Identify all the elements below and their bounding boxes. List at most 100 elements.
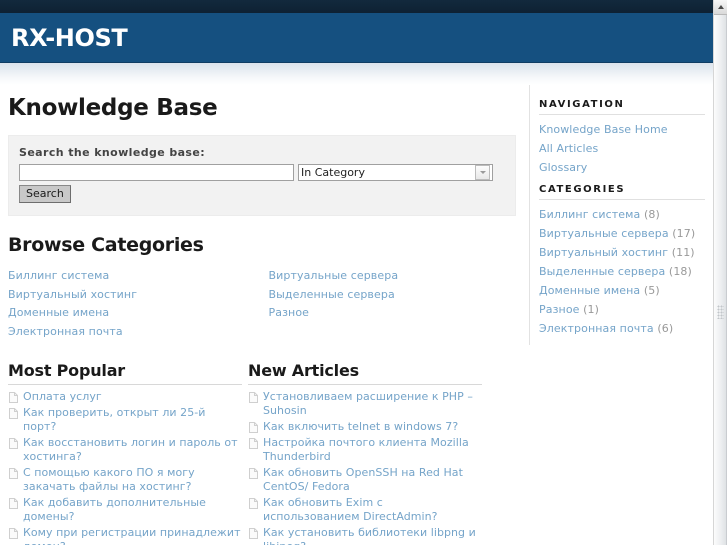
triangle-up-icon[interactable] [714, 0, 727, 15]
sidebar-category-count: (8) [643, 208, 660, 221]
new-articles-title: New Articles [248, 361, 359, 380]
list-item[interactable]: Как проверить, открыт ли 25-й порт? [8, 406, 242, 434]
document-icon [249, 468, 258, 479]
search-row: In Category [19, 164, 505, 181]
sidebar-category-count: (11) [671, 246, 695, 259]
article-link[interactable]: Установливаем расширение к PHP – Suhosin [263, 390, 482, 418]
page-viewport: RX-HOST Knowledge Base Search the knowle… [0, 0, 713, 545]
document-icon [249, 438, 258, 449]
site-brand[interactable]: RX-HOST [0, 24, 128, 52]
search-button[interactable]: Search [19, 185, 71, 203]
sidebar-category-item[interactable]: Разное (1) [539, 300, 705, 319]
sidebar-category-name: Биллинг система [539, 208, 641, 221]
list-item[interactable]: Кому при регистрации принадлежит домен? [8, 526, 242, 545]
vertical-scrollbar[interactable] [713, 0, 727, 545]
article-link[interactable]: Как включить telnet в windows 7? [263, 420, 458, 434]
sidebar-category-item[interactable]: Выделенные сервера (18) [539, 262, 705, 281]
scrollbar-track[interactable] [714, 15, 727, 545]
sidebar-category-name: Разное [539, 303, 580, 316]
article-link[interactable]: Как проверить, открыт ли 25-й порт? [23, 406, 242, 434]
sidebar-categories-block: CATEGORIES Биллинг система (8) Виртуальн… [539, 184, 705, 338]
site-masthead: RX-HOST [0, 13, 713, 63]
sidebar-item-all-articles[interactable]: All Articles [539, 139, 705, 158]
document-icon [9, 392, 18, 403]
document-icon [9, 498, 18, 509]
document-icon [9, 408, 18, 419]
sidebar-category-count: (17) [672, 227, 696, 240]
document-icon [249, 422, 258, 433]
browse-categories-columns: Биллинг система Виртуальный хостинг Доме… [8, 267, 529, 341]
article-link[interactable]: Кому при регистрации принадлежит домен? [23, 526, 242, 545]
category-link[interactable]: Виртуальный хостинг [8, 286, 269, 305]
browse-column-right: Виртуальные сервера Выделенные сервера Р… [269, 267, 530, 341]
sidebar-item-glossary[interactable]: Glossary [539, 158, 705, 177]
sidebar-item-knowledge-base-home[interactable]: Knowledge Base Home [539, 120, 705, 139]
chevron-down-icon [475, 165, 490, 180]
sidebar-category-name: Выделенные сервера [539, 265, 666, 278]
sidebar-category-count: (1) [583, 303, 600, 316]
scrollbar-thumb[interactable] [714, 15, 727, 545]
category-link[interactable]: Электронная почта [8, 323, 269, 342]
list-item[interactable]: Настройка почтого клиента Mozilla Thunde… [248, 436, 482, 464]
list-item[interactable]: Как включить telnet в windows 7? [248, 420, 482, 434]
sidebar-category-name: Доменные имена [539, 284, 641, 297]
article-link[interactable]: С помощью какого ПО я могу закачать файл… [23, 466, 242, 494]
page-title: Knowledge Base [8, 95, 218, 121]
article-link[interactable]: Как обновить OpenSSH на Red Hat CentOS/ … [263, 466, 482, 494]
article-columns: Most Popular Оплата услуг Как проверить,… [8, 361, 529, 545]
category-link[interactable]: Разное [269, 304, 530, 323]
list-item[interactable]: Установливаем расширение к PHP – Suhosin [248, 390, 482, 418]
category-link[interactable]: Виртуальные сервера [269, 267, 530, 286]
document-icon [9, 438, 18, 449]
category-link[interactable]: Биллинг система [8, 267, 269, 286]
sidebar-category-item[interactable]: Биллинг система (8) [539, 205, 705, 224]
article-link[interactable]: Как обновить Exim с использованием Direc… [263, 496, 482, 524]
sidebar-category-item[interactable]: Виртуальные сервера (17) [539, 224, 705, 243]
divider [248, 384, 482, 385]
category-select-value: In Category [301, 166, 365, 179]
sidebar-categories-heading: CATEGORIES [539, 184, 626, 195]
sidebar: NAVIGATION Knowledge Base Home All Artic… [529, 85, 705, 345]
page-body: Knowledge Base Search the knowledge base… [0, 85, 713, 545]
sidebar-navigation-block: NAVIGATION Knowledge Base Home All Artic… [539, 99, 705, 177]
search-panel: Search the knowledge base: In Category S… [8, 135, 516, 216]
sidebar-category-item[interactable]: Виртуальный хостинг (11) [539, 243, 705, 262]
divider [539, 199, 705, 200]
masthead-gradient-strip [0, 63, 713, 85]
list-item[interactable]: Как обновить Exim с использованием Direc… [248, 496, 482, 524]
most-popular-column: Most Popular Оплата услуг Как проверить,… [8, 361, 242, 545]
sidebar-category-count: (5) [643, 284, 660, 297]
article-link[interactable]: Оплата услуг [23, 390, 102, 404]
sidebar-category-name: Электронная почта [539, 322, 654, 335]
main-content: Knowledge Base Search the knowledge base… [0, 85, 529, 545]
list-item[interactable]: Оплата услуг [8, 390, 242, 404]
browse-column-left: Биллинг система Виртуальный хостинг Доме… [8, 267, 269, 341]
article-link[interactable]: Как добавить дополнительные домены? [23, 496, 242, 524]
article-link[interactable]: Настройка почтого клиента Mozilla Thunde… [263, 436, 482, 464]
list-item[interactable]: Как установить библиотеки libpng и libjp… [248, 526, 482, 545]
sidebar-category-count: (18) [668, 265, 692, 278]
category-link[interactable]: Выделенные сервера [269, 286, 530, 305]
new-articles-column: New Articles Установливаем расширение к … [248, 361, 482, 545]
list-item[interactable]: Как восстановить логин и пароль от хости… [8, 436, 242, 464]
list-item[interactable]: С помощью какого ПО я могу закачать файл… [8, 466, 242, 494]
sidebar-navigation-heading: NAVIGATION [539, 99, 625, 110]
top-dark-bar [0, 0, 713, 13]
article-link[interactable]: Как установить библиотеки libpng и libjp… [263, 526, 482, 545]
category-link[interactable]: Доменные имена [8, 304, 269, 323]
most-popular-title: Most Popular [8, 361, 125, 380]
scrollbar-grip [717, 305, 724, 319]
divider [539, 114, 705, 115]
list-item[interactable]: Как добавить дополнительные домены? [8, 496, 242, 524]
category-select[interactable]: In Category [298, 164, 493, 181]
sidebar-category-item[interactable]: Доменные имена (5) [539, 281, 705, 300]
browse-categories-title: Browse Categories [8, 234, 204, 256]
list-item[interactable]: Как обновить OpenSSH на Red Hat CentOS/ … [248, 466, 482, 494]
article-link[interactable]: Как восстановить логин и пароль от хости… [23, 436, 242, 464]
sidebar-category-item[interactable]: Электронная почта (6) [539, 319, 705, 338]
divider [8, 384, 242, 385]
sidebar-category-count: (6) [657, 322, 674, 335]
document-icon [249, 392, 258, 403]
search-input[interactable] [19, 164, 294, 181]
document-icon [9, 468, 18, 479]
